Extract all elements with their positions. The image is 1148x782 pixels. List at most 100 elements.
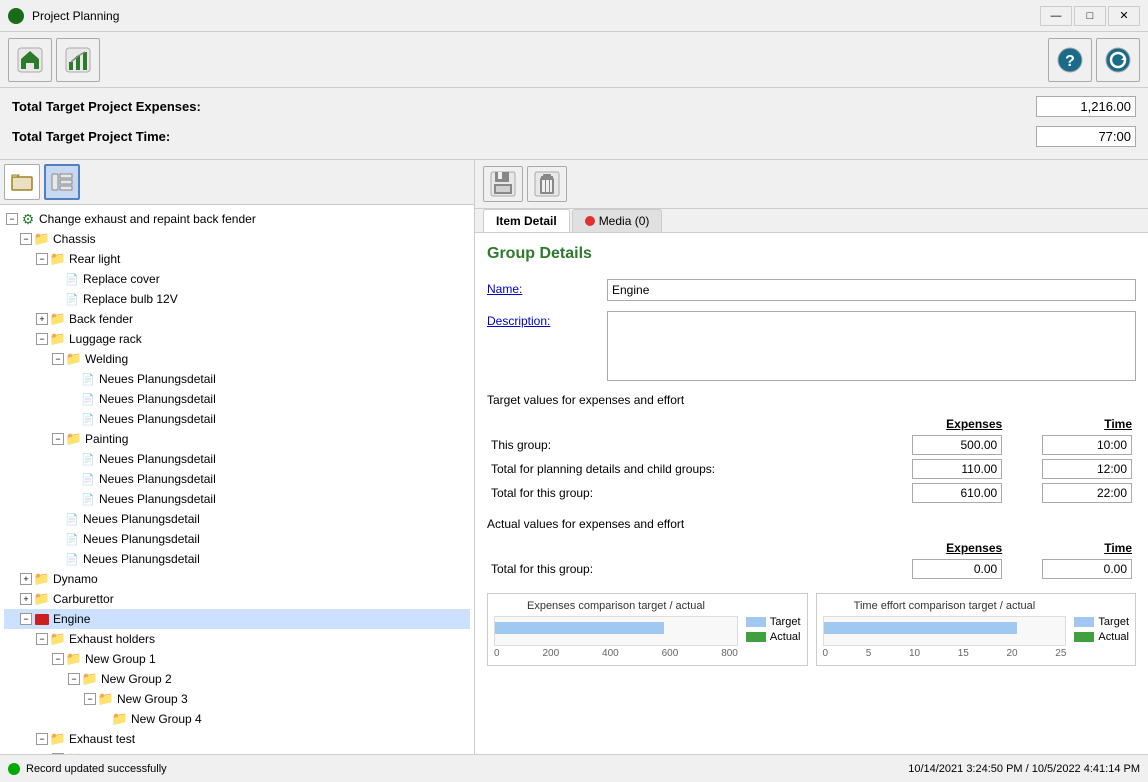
tree-item-chassis[interactable]: −📁Chassis xyxy=(4,229,470,249)
tree-item-icon: 📄 xyxy=(80,491,96,507)
tab-item-detail[interactable]: Item Detail xyxy=(483,209,570,232)
tree-item-paint-plan2[interactable]: 📄Neues Planungsdetail xyxy=(4,469,470,489)
tree-item-welding[interactable]: −📁Welding xyxy=(4,349,470,369)
expand-btn[interactable]: − xyxy=(52,433,64,445)
tree-item-label: Engine xyxy=(53,612,90,626)
tree-item-icon: 📁 xyxy=(50,331,66,347)
tree-item-icon: 📄 xyxy=(80,471,96,487)
tree-item-weld-plan2[interactable]: 📄Neues Planungsdetail xyxy=(4,389,470,409)
tree-item-dynamo[interactable]: +📁Dynamo xyxy=(4,569,470,589)
expand-btn[interactable]: − xyxy=(68,673,80,685)
close-button[interactable]: ✕ xyxy=(1108,6,1140,26)
tree-item-icon: 📁 xyxy=(50,731,66,747)
svg-text:?: ? xyxy=(1065,53,1075,70)
tree-item-replace-bulb[interactable]: 📄Replace bulb 12V xyxy=(4,289,470,309)
expand-btn[interactable]: − xyxy=(52,753,64,754)
expand-btn[interactable]: − xyxy=(36,333,48,345)
description-link[interactable]: Description: xyxy=(487,314,550,328)
expand-btn[interactable]: − xyxy=(20,613,32,625)
tree-item-exhaust-test[interactable]: −📁Exhaust test xyxy=(4,729,470,749)
target-legend-item: Target xyxy=(746,616,801,628)
tree-item-label: Exhaust holders xyxy=(69,632,155,646)
save-button[interactable] xyxy=(483,166,523,202)
tree-item-weld-plan1[interactable]: 📄Neues Planungsdetail xyxy=(4,369,470,389)
tree-item-label: Rear light xyxy=(69,252,120,266)
tree-item-newgroup2a[interactable]: −📁New Group 2 xyxy=(4,669,470,689)
name-label: Name: xyxy=(487,279,607,296)
tree-item-replace-cover[interactable]: 📄Replace cover xyxy=(4,269,470,289)
chart-button[interactable] xyxy=(56,38,100,82)
row3-label: Total for this group: xyxy=(487,481,876,505)
folder-view-button[interactable] xyxy=(4,164,40,200)
tree-item-rear-light[interactable]: −📁Rear light xyxy=(4,249,470,269)
tree-item-newgroup4[interactable]: 📁New Group 4 xyxy=(4,709,470,729)
refresh-button[interactable] xyxy=(1096,38,1140,82)
minimize-button[interactable]: — xyxy=(1040,6,1072,26)
time-actual-legend-item: Actual xyxy=(1074,631,1129,643)
expenses-value[interactable] xyxy=(1036,96,1136,117)
expand-btn[interactable]: − xyxy=(52,353,64,365)
tree-item-rack-plan1[interactable]: 📄Neues Planungsdetail xyxy=(4,509,470,529)
delete-button[interactable] xyxy=(527,166,567,202)
tree-item-icon: 📁 xyxy=(112,711,128,727)
tree-item-icon: 📄 xyxy=(80,391,96,407)
expand-btn[interactable]: − xyxy=(36,733,48,745)
row3-time xyxy=(1006,481,1136,505)
tree-item-label: Neues Planungsdetail xyxy=(99,452,216,466)
tree-item-rack-plan3[interactable]: 📄Neues Planungsdetail xyxy=(4,549,470,569)
expand-btn[interactable]: − xyxy=(36,633,48,645)
help-button[interactable]: ? xyxy=(1048,38,1092,82)
tree-item-icon: 📁 xyxy=(66,351,82,367)
axis-0: 0 xyxy=(494,648,500,659)
home-button[interactable] xyxy=(8,38,52,82)
tree-item-engine[interactable]: − Engine xyxy=(4,609,470,629)
tabs: Item Detail Media (0) xyxy=(475,209,1148,233)
expand-btn[interactable]: − xyxy=(20,233,32,245)
table-row: Total for this group: xyxy=(487,481,1136,505)
tree-item-icon: 📁 xyxy=(50,631,66,647)
tree-item-paint-plan1[interactable]: 📄Neues Planungsdetail xyxy=(4,449,470,469)
tree-item-et-newgroup1[interactable]: −📁New Group 1 xyxy=(4,749,470,754)
expand-btn[interactable]: − xyxy=(36,253,48,265)
name-link[interactable]: Name: xyxy=(487,282,522,296)
expenses-label: Total Target Project Expenses: xyxy=(12,99,1036,114)
tree-item-painting[interactable]: −📁Painting xyxy=(4,429,470,449)
tree-item-weld-plan3[interactable]: 📄Neues Planungsdetail xyxy=(4,409,470,429)
expand-btn[interactable]: + xyxy=(20,573,32,585)
tree-item-label: Neues Planungsdetail xyxy=(99,492,216,506)
expand-btn[interactable]: + xyxy=(36,313,48,325)
maximize-button[interactable]: □ xyxy=(1074,6,1106,26)
expand-btn[interactable]: − xyxy=(84,693,96,705)
tab-media[interactable]: Media (0) xyxy=(572,209,663,232)
target-legend-color xyxy=(746,617,766,627)
tree-item-newgroup3a[interactable]: −📁New Group 3 xyxy=(4,689,470,709)
tree-item-paint-plan3[interactable]: 📄Neues Planungsdetail xyxy=(4,489,470,509)
status-left: Record updated successfully xyxy=(8,763,167,775)
app-icon xyxy=(8,8,24,24)
time-value[interactable] xyxy=(1036,126,1136,147)
name-input[interactable] xyxy=(607,279,1136,301)
tree-container[interactable]: −⚙Change exhaust and repaint back fender… xyxy=(0,205,474,754)
tree-item-newgroup1[interactable]: −📁New Group 1 xyxy=(4,649,470,669)
tree-item-label: Change exhaust and repaint back fender xyxy=(39,212,256,226)
list-view-button[interactable] xyxy=(44,164,80,200)
tree-item-exhaust-holders[interactable]: −📁Exhaust holders xyxy=(4,629,470,649)
media-dot xyxy=(585,216,595,226)
tree-item-root[interactable]: −⚙Change exhaust and repaint back fender xyxy=(4,209,470,229)
row2-expenses xyxy=(876,457,1006,481)
expand-btn[interactable]: + xyxy=(20,593,32,605)
tree-item-back-fender[interactable]: +📁Back fender xyxy=(4,309,470,329)
tree-item-rack-plan2[interactable]: 📄Neues Planungsdetail xyxy=(4,529,470,549)
time-target-legend-color xyxy=(1074,617,1094,627)
tree-item-lugage-rack[interactable]: −📁Luggage rack xyxy=(4,329,470,349)
expand-btn[interactable]: − xyxy=(52,653,64,665)
status-timestamp: 10/14/2021 3:24:50 PM / 10/5/2022 4:41:1… xyxy=(908,763,1140,775)
description-input[interactable] xyxy=(607,311,1136,381)
tree-root: −⚙Change exhaust and repaint back fender… xyxy=(4,209,470,754)
tree-item-carburettor[interactable]: +📁Carburettor xyxy=(4,589,470,609)
tree-item-icon: 📄 xyxy=(64,511,80,527)
expand-btn[interactable]: − xyxy=(6,213,18,225)
tree-item-icon: 📄 xyxy=(80,451,96,467)
tree-item-label: Back fender xyxy=(69,312,133,326)
tree-item-label: New Group 4 xyxy=(131,712,202,726)
